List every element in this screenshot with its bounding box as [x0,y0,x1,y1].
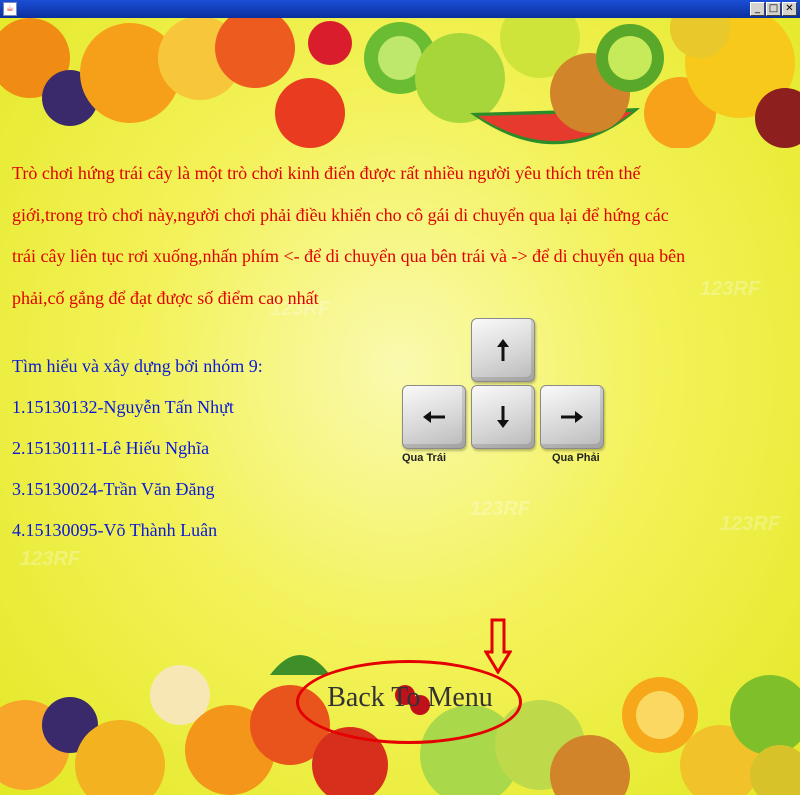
close-icon[interactable]: ✕ [782,2,797,16]
team-heading: Tìm hiểu và xây dựng bởi nhóm 9: [12,356,263,376]
team-member: 4.15130095-Võ Thành Luân [12,520,218,540]
window-titlebar: ☕ _ □ ✕ [0,0,800,18]
move-right-label: Qua Phải [552,452,600,464]
watermark: 123RF [720,513,781,535]
description-line: giới,trong trò chơi này,người chơi phải … [12,204,669,225]
game-description: Trò chơi hứng trái cây là một trò chơi k… [12,153,772,319]
move-left-label: Qua Trái [402,452,447,464]
description-line: phải,cố gắng để đạt được số điểm cao nhấ… [12,287,319,308]
arrow-keys-diagram: Qua Trái Qua Phải [400,318,610,478]
team-member: 1.15130132-Nguyễn Tấn Nhựt [12,397,234,417]
window-controls: _ □ ✕ [750,2,797,16]
watermark: 123RF [470,498,531,520]
arrow-up-key-icon [471,318,535,382]
java-cup-icon: ☕ [3,2,17,16]
fruit-border-top-image [0,18,800,148]
arrow-right-key-icon [540,385,604,449]
team-member: 3.15130024-Trần Văn Đăng [12,479,215,499]
arrow-left-key-icon [402,385,466,449]
team-info: Tìm hiểu và xây dựng bởi nhóm 9: 1.15130… [12,354,263,559]
help-screen: 123RF 123RF 123RF 123RF 123RF Trò chơi h… [0,18,800,795]
description-line: Trò chơi hứng trái cây là một trò chơi k… [12,163,641,183]
description-line: trái cây liên tục rơi xuống,nhấn phím <-… [12,246,686,266]
maximize-icon[interactable]: □ [766,2,781,16]
back-to-menu-button[interactable]: Back To Menu [310,678,510,718]
pointer-arrow-icon [484,618,512,674]
arrow-down-key-icon [471,385,535,449]
minimize-icon[interactable]: _ [750,2,765,16]
team-member: 2.15130111-Lê Hiếu Nghĩa [12,438,210,458]
